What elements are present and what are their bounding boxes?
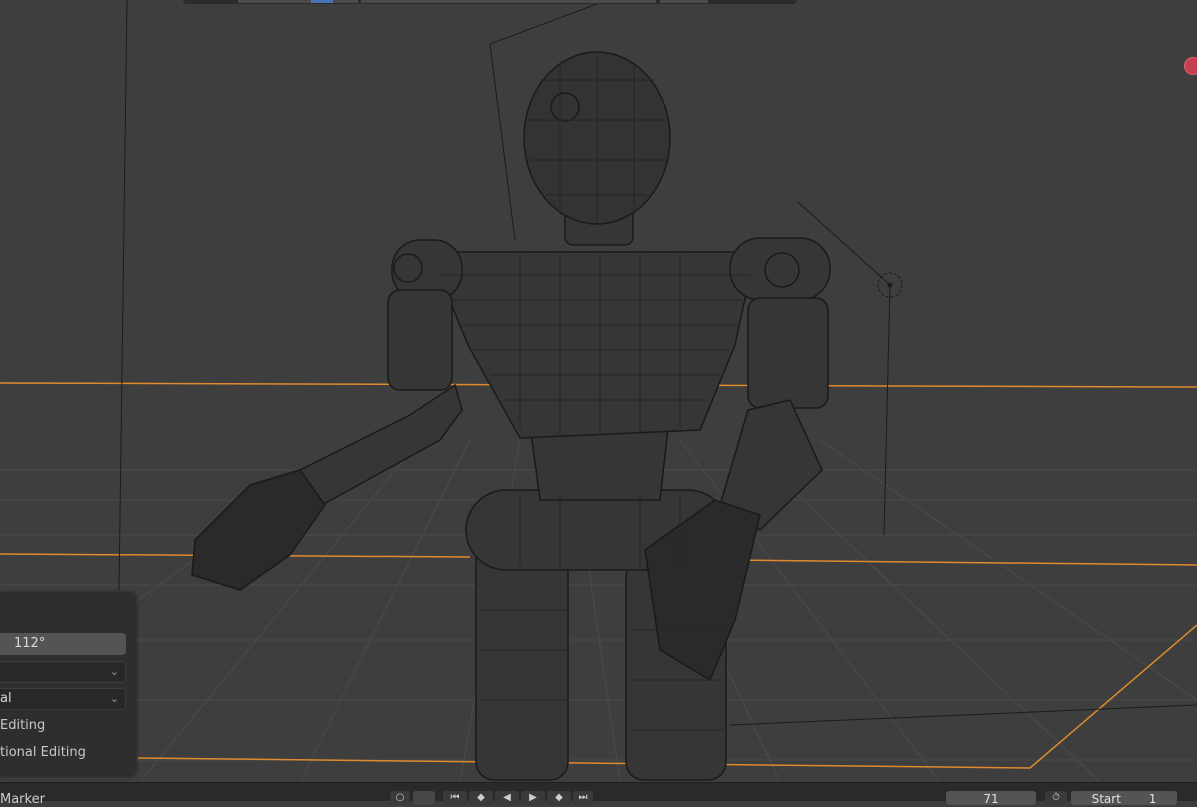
play-icon[interactable]: ▶	[521, 791, 545, 805]
navigation-gizmo-x-axis-icon[interactable]	[1184, 57, 1197, 75]
start-value: 1	[1148, 792, 1157, 806]
circle-icon[interactable]: ○	[390, 791, 410, 805]
option-proportional-editing[interactable]: tional Editing	[0, 745, 86, 760]
timeline-header: Marker ○ ⏮ ◆ ◀ ▶ ◆ ⏭ 71 ⏱ Start 1	[0, 782, 1197, 807]
current-frame-field[interactable]: 71	[946, 791, 1036, 806]
next-keyframe-icon[interactable]: ◆	[547, 791, 571, 805]
3d-viewport[interactable]	[0, 0, 1197, 782]
dropdown-1[interactable]: ⌄	[0, 661, 126, 683]
start-label: Start	[1091, 792, 1121, 806]
chevron-down-icon: ⌄	[109, 665, 119, 678]
dropdown-2[interactable]: al ⌄	[0, 688, 126, 710]
angle-field[interactable]: 112°	[0, 633, 126, 655]
jump-to-end-icon[interactable]: ⏭	[573, 791, 593, 805]
option-editing[interactable]: Editing	[0, 718, 45, 733]
scene-canvas	[0, 0, 1197, 782]
chevron-down-icon: ⌄	[109, 692, 119, 705]
stopwatch-icon[interactable]: ⏱	[1045, 791, 1067, 805]
previous-keyframe-icon[interactable]: ◆	[469, 791, 493, 805]
camera-icon[interactable]	[413, 791, 435, 805]
play-reverse-icon[interactable]: ◀	[495, 791, 519, 805]
viewport-header-fragment	[183, 0, 797, 4]
dropdown-2-label: al	[0, 691, 12, 706]
robot-mesh	[191, 51, 831, 781]
jump-to-start-icon[interactable]: ⏮	[443, 791, 467, 805]
start-frame-field[interactable]: Start 1	[1071, 791, 1177, 806]
